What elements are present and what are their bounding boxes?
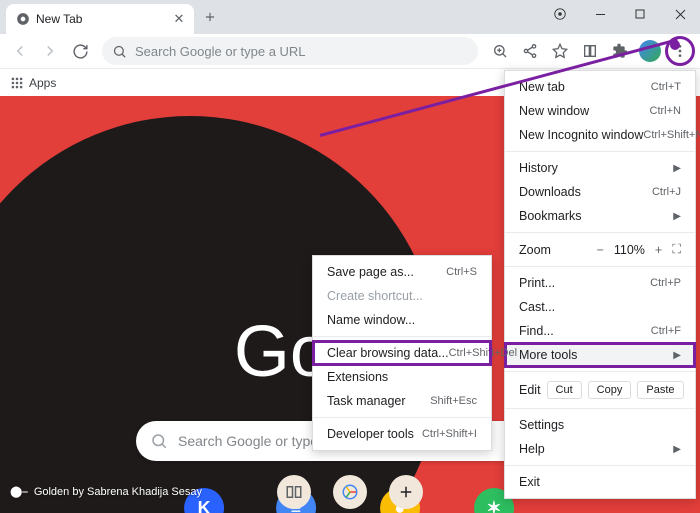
link-icon: ⬤⎯ bbox=[10, 485, 28, 499]
google-search-shortcut[interactable] bbox=[333, 475, 367, 509]
tab-title: New Tab bbox=[36, 12, 166, 26]
forward-button[interactable] bbox=[36, 37, 64, 65]
menu-bookmarks[interactable]: Bookmarks▶ bbox=[505, 204, 695, 228]
apps-label: Apps bbox=[29, 76, 56, 90]
zoom-value: 110% bbox=[614, 243, 645, 257]
close-button[interactable] bbox=[660, 0, 700, 28]
titlebar: New Tab ✕ bbox=[0, 0, 700, 34]
menu-history[interactable]: History▶ bbox=[505, 156, 695, 180]
share-icon[interactable] bbox=[516, 37, 544, 65]
submenu-clear-browsing-data[interactable]: Clear browsing data...Ctrl+Shift+Del bbox=[313, 341, 491, 365]
chrome-menu: New tabCtrl+T New windowCtrl+N New Incog… bbox=[504, 70, 696, 499]
browser-tab[interactable]: New Tab ✕ bbox=[6, 4, 194, 34]
submenu-developer-tools[interactable]: Developer toolsCtrl+Shift+I bbox=[313, 422, 491, 446]
menu-settings[interactable]: Settings bbox=[505, 413, 695, 437]
tab-favicon bbox=[16, 12, 30, 26]
menu-cast[interactable]: Cast... bbox=[505, 295, 695, 319]
address-bar-placeholder: Search Google or type a URL bbox=[135, 44, 306, 59]
chrome-window: New Tab ✕ Search Google or type a URL bbox=[0, 0, 700, 513]
reading-icon[interactable] bbox=[277, 475, 311, 509]
edit-paste[interactable]: Paste bbox=[637, 381, 683, 399]
annotation-dot bbox=[670, 40, 680, 50]
toolbar: Search Google or type a URL bbox=[0, 34, 700, 69]
reload-button[interactable] bbox=[66, 37, 94, 65]
submenu-name-window[interactable]: Name window... bbox=[313, 308, 491, 332]
tab-close-icon[interactable]: ✕ bbox=[172, 12, 186, 26]
apps-shortcut[interactable]: Apps bbox=[6, 73, 60, 93]
edit-cut[interactable]: Cut bbox=[547, 381, 582, 399]
submenu-task-manager[interactable]: Task managerShift+Esc bbox=[313, 389, 491, 413]
submenu-save-page[interactable]: Save page as...Ctrl+S bbox=[313, 260, 491, 284]
menu-find[interactable]: Find...Ctrl+F bbox=[505, 319, 695, 343]
menu-help[interactable]: Help▶ bbox=[505, 437, 695, 461]
fullscreen-icon[interactable]: ⛶ bbox=[672, 242, 681, 257]
back-button[interactable] bbox=[6, 37, 34, 65]
menu-more-tools[interactable]: More tools▶ bbox=[505, 343, 695, 367]
star-bookmark-icon[interactable] bbox=[546, 37, 574, 65]
menu-print[interactable]: Print...Ctrl+P bbox=[505, 271, 695, 295]
submenu-extensions[interactable]: Extensions bbox=[313, 365, 491, 389]
maximize-button[interactable] bbox=[620, 0, 660, 28]
search-icon bbox=[112, 44, 127, 59]
submenu-create-shortcut: Create shortcut... bbox=[313, 284, 491, 308]
menu-incognito[interactable]: New Incognito windowCtrl+Shift+N bbox=[505, 123, 695, 147]
search-icon bbox=[150, 432, 168, 450]
zoom-out-button[interactable]: − bbox=[597, 243, 604, 257]
menu-exit[interactable]: Exit bbox=[505, 470, 695, 494]
zoom-in-button[interactable]: + bbox=[655, 243, 662, 257]
more-tools-submenu: Save page as...Ctrl+S Create shortcut...… bbox=[312, 255, 492, 451]
window-controls bbox=[540, 0, 700, 28]
menu-new-window[interactable]: New windowCtrl+N bbox=[505, 99, 695, 123]
menu-downloads[interactable]: DownloadsCtrl+J bbox=[505, 180, 695, 204]
apps-grid-icon bbox=[10, 76, 24, 90]
new-tab-button[interactable] bbox=[196, 3, 224, 31]
zoom-icon[interactable] bbox=[486, 37, 514, 65]
account-indicator-icon[interactable] bbox=[540, 0, 580, 28]
menu-edit: Edit Cut Copy Paste bbox=[505, 376, 695, 404]
add-shortcut-button[interactable] bbox=[389, 475, 423, 509]
address-bar[interactable]: Search Google or type a URL bbox=[102, 37, 478, 65]
edit-copy[interactable]: Copy bbox=[588, 381, 632, 399]
menu-zoom: Zoom − 110% + ⛶ bbox=[505, 237, 695, 262]
theme-credit[interactable]: ⬤⎯ Golden by Sabrena Khadija Sesay bbox=[10, 485, 202, 499]
minimize-button[interactable] bbox=[580, 0, 620, 28]
